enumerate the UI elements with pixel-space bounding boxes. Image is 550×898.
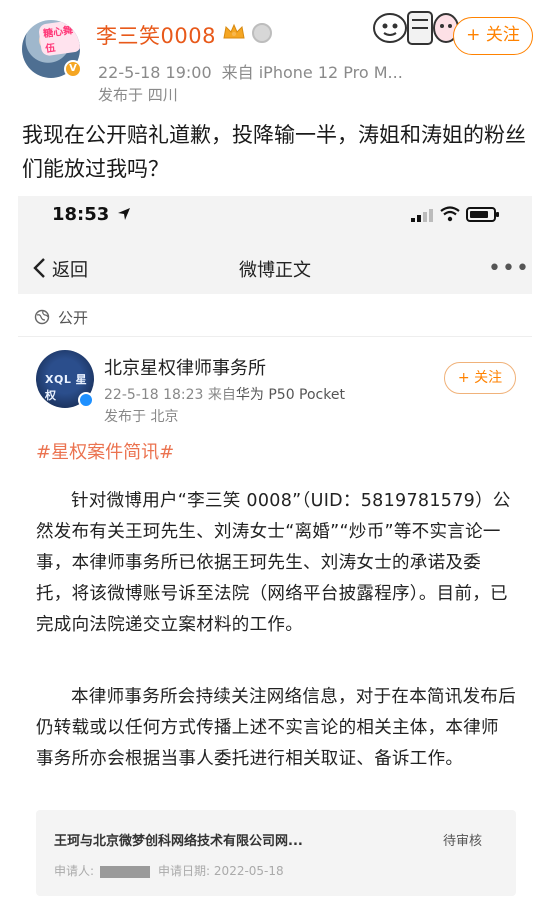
body-paragraph: 本律师事务所会持续关注网络信息，对于在本简讯发布后仍转载或以任何方式传播上述不实…: [36, 687, 516, 769]
more-options-icon[interactable]: •••: [488, 256, 530, 281]
post-location: 发布于 四川: [98, 86, 178, 104]
firm-name[interactable]: 北京星权律师事务所: [104, 354, 266, 380]
attachment-title: 王珂与北京微梦创科网络技术有限公司网...: [54, 834, 303, 849]
post-card: 公开 XQL 星权 北京星权律师事务所 22-5-18 18:23 来自华为 P…: [18, 294, 532, 898]
firm-location: 发布于 北京: [104, 409, 179, 425]
applicant-label: 申请人:: [54, 864, 95, 878]
status-time: 18:53: [52, 204, 110, 225]
location-arrow-icon: [118, 208, 130, 220]
visibility-row: 公开: [34, 306, 88, 328]
vip-badge-icon: V: [64, 60, 82, 78]
embedded-screenshot: 18:53 返回 微博正文 ••• 公开 XQL 星权 北京星权律师事务所 22…: [18, 196, 532, 898]
date-label: 申请日期:: [158, 864, 211, 878]
attachment-card[interactable]: 王珂与北京微梦创科网络技术有限公司网... 待审核 申请人: 申请日期: 2022…: [36, 810, 516, 896]
firm-timestamp: 22-5-18 18:23: [104, 387, 204, 403]
divider: [18, 336, 532, 337]
crown-icon: [223, 23, 245, 39]
firm-source-prefix: 来自: [207, 387, 236, 403]
post-source: 来自 iPhone 12 Pro M...: [221, 63, 403, 82]
medal-icon: [252, 23, 272, 43]
body-paragraph: 针对微博用户“李三笑 0008”（UID：5819781579）公然发布有关王珂…: [36, 491, 511, 635]
attachment-status: 待审核: [442, 834, 482, 849]
post-timestamp: 22-5-18 19:00: [98, 63, 212, 82]
sticker-decoration-icon: [373, 11, 459, 45]
firm-meta: 22-5-18 18:23 来自华为 P50 Pocket: [104, 384, 345, 404]
battery-icon: [466, 207, 499, 222]
user-name[interactable]: 李三笑0008: [96, 20, 216, 50]
firm-device: 华为 P50 Pocket: [235, 387, 345, 403]
firm-follow-button[interactable]: + 关注: [444, 362, 516, 394]
post-text: 我现在公开赔礼道歉，投降输一半，涛姐和涛姐的粉丝们能放过我吗？: [22, 123, 526, 181]
post-meta: 22-5-18 19:00 来自 iPhone 12 Pro M...: [98, 59, 403, 83]
wifi-icon: [440, 206, 460, 222]
follow-button[interactable]: + 关注: [453, 17, 533, 55]
post-header: 糖心舞伍 V 李三笑0008 + 关注 22-5-18 19:00 来自 iPho…: [0, 0, 550, 112]
verified-badge-icon: [78, 392, 94, 408]
globe-icon: [34, 309, 50, 325]
nav-bar: 返回 微博正文 •••: [18, 248, 532, 288]
status-bar: 18:53: [18, 196, 532, 236]
hashtag-link[interactable]: #星权案件简讯#: [36, 438, 174, 464]
signal-icon: [411, 209, 433, 222]
visibility-label: 公开: [58, 308, 89, 327]
attachment-date: 2022-05-18: [213, 864, 284, 878]
page-title: 微博正文: [239, 260, 311, 281]
avatar-sticker: 糖心舞伍: [37, 20, 80, 57]
redacted-block: [100, 865, 151, 878]
attachment-details: 申请人: 申请日期: 2022-05-18: [54, 862, 284, 879]
